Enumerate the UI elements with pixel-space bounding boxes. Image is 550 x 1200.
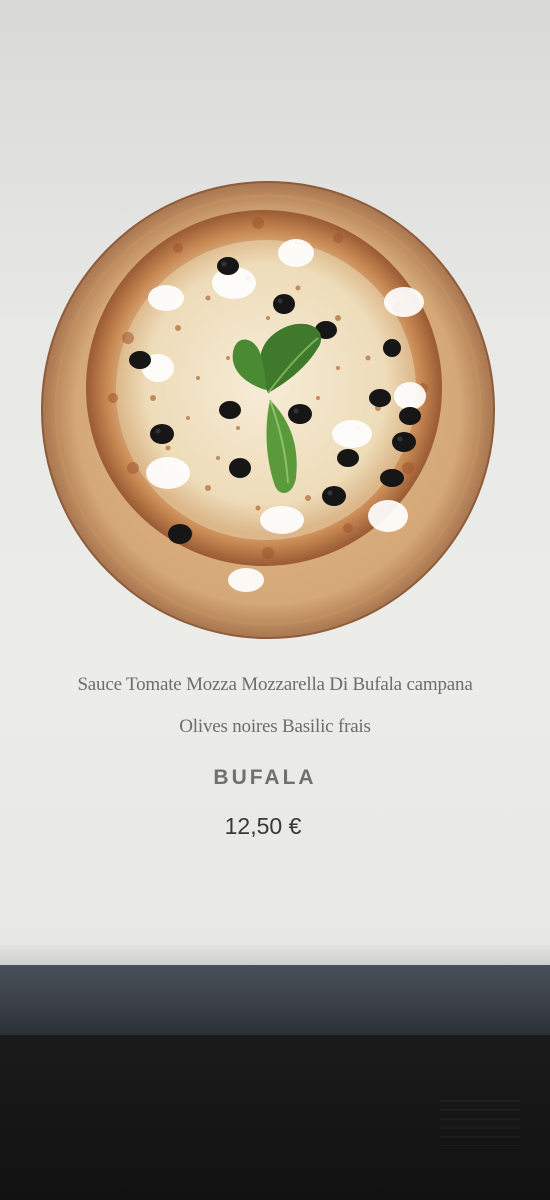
product-description-line1: Sauce Tomate Mozza Mozzarella Di Bufala … (77, 674, 473, 695)
product-price: 12,50 € (224, 813, 302, 839)
product-name: BUFALA (213, 766, 317, 789)
product-description-line2: Olives noires Basilic frais (179, 716, 371, 737)
screen: Sauce Tomate Mozza Mozzarella Di Bufala … (0, 0, 550, 945)
monitor-bezel (0, 965, 550, 1035)
pizza-image (38, 178, 498, 640)
monitor-bottom-edge (0, 945, 550, 965)
desk-reflection (440, 1100, 520, 1146)
